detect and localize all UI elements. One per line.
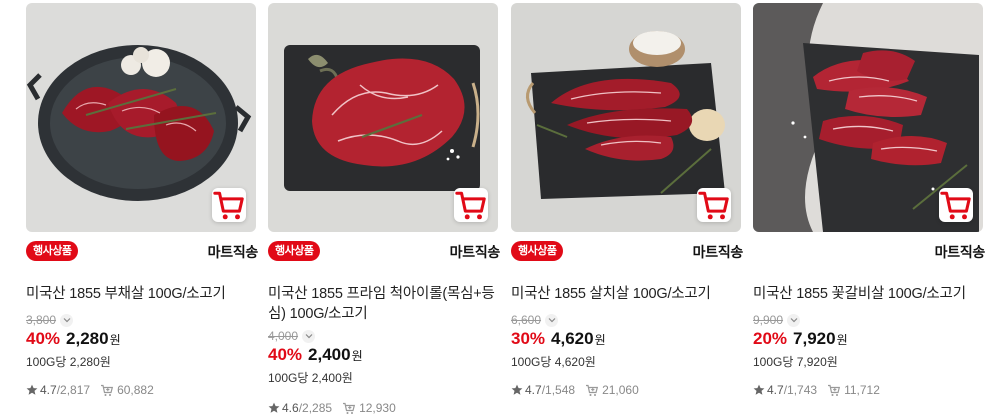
cart-count-icon <box>827 384 841 397</box>
sale-price: 7,920 <box>793 329 836 348</box>
badge-row: 행사상품 마트직송 <box>268 241 500 263</box>
delivery-label: 마트직송 <box>449 244 501 260</box>
currency-unit: 원 <box>836 333 848 347</box>
product-title[interactable]: 미국산 1855 부채살 100G/소고기 <box>26 284 256 304</box>
unit-price: 100G당 4,620원 <box>511 355 596 369</box>
add-to-cart-button[interactable] <box>212 188 246 222</box>
rating-score: 4.7 <box>525 383 542 397</box>
price-line: 30% 4,620 원 <box>511 329 606 349</box>
product-image[interactable] <box>26 3 256 232</box>
review-count[interactable]: /2,817 <box>57 383 90 397</box>
price-line: 40% 2,400 원 <box>268 345 363 365</box>
product-meta: 4.7 /1,548 21,060 <box>511 383 639 397</box>
cart-icon <box>940 191 971 219</box>
discount-rate: 40% <box>26 329 61 348</box>
delivery-label: 마트직송 <box>934 244 986 260</box>
review-count[interactable]: /1,743 <box>784 383 817 397</box>
sale-price: 2,400 <box>308 345 351 364</box>
original-price: 9,900 <box>753 313 801 327</box>
unit-price: 100G당 7,920원 <box>753 355 838 369</box>
cart-count: 60,882 <box>117 383 154 397</box>
delivery-label: 마트직송 <box>207 244 259 260</box>
star-icon <box>26 384 38 395</box>
cart-count-icon <box>100 384 114 397</box>
original-price-value: 6,600 <box>511 313 542 327</box>
discount-rate: 20% <box>753 329 788 348</box>
cart-count-icon <box>585 384 599 397</box>
rating-score: 4.6 <box>282 401 299 415</box>
event-badge: 행사상품 <box>268 241 321 261</box>
product-image[interactable] <box>753 3 983 232</box>
cart-count: 21,060 <box>602 383 639 397</box>
unit-price: 100G당 2,400원 <box>268 371 353 385</box>
star-icon <box>753 384 765 395</box>
product-image[interactable] <box>511 3 741 232</box>
product-meta: 4.6 /2,285 12,930 <box>268 401 396 415</box>
chevron-down-icon[interactable] <box>60 313 74 327</box>
star-icon <box>268 402 280 413</box>
chevron-down-icon[interactable] <box>302 329 316 343</box>
event-badge: 행사상품 <box>26 241 79 261</box>
currency-unit: 원 <box>109 333 121 347</box>
cart-count: 12,930 <box>359 401 396 415</box>
badge-row: 마트직송 <box>753 241 986 263</box>
original-price: 4,000 <box>268 329 316 343</box>
cart-count-icon <box>342 402 356 415</box>
original-price-value: 3,800 <box>26 313 57 327</box>
discount-rate: 30% <box>511 329 546 348</box>
cart-icon <box>213 191 244 219</box>
unit-price: 100G당 2,280원 <box>26 355 111 369</box>
original-price: 6,600 <box>511 313 559 327</box>
badge-row: 행사상품 마트직송 <box>511 241 743 263</box>
cart-icon <box>698 191 729 219</box>
original-price-value: 9,900 <box>753 313 784 327</box>
add-to-cart-button[interactable] <box>697 188 731 222</box>
discount-rate: 40% <box>268 345 303 364</box>
sale-price: 2,280 <box>66 329 109 348</box>
product-title[interactable]: 미국산 1855 꽃갈비살 100G/소고기 <box>753 284 983 304</box>
add-to-cart-button[interactable] <box>454 188 488 222</box>
review-count[interactable]: /2,285 <box>299 401 332 415</box>
product-meta: 4.7 /1,743 11,712 <box>753 383 880 397</box>
sale-price: 4,620 <box>551 329 594 348</box>
event-badge: 행사상품 <box>511 241 564 261</box>
price-line: 40% 2,280 원 <box>26 329 121 349</box>
chevron-down-icon[interactable] <box>545 313 559 327</box>
review-count[interactable]: /1,548 <box>542 383 575 397</box>
badge-row: 행사상품 마트직송 <box>26 241 258 263</box>
delivery-label: 마트직송 <box>692 244 744 260</box>
cart-count: 11,712 <box>844 383 880 397</box>
product-image[interactable] <box>268 3 498 232</box>
original-price: 3,800 <box>26 313 74 327</box>
currency-unit: 원 <box>351 349 363 363</box>
chevron-down-icon[interactable] <box>787 313 801 327</box>
price-line: 20% 7,920 원 <box>753 329 848 349</box>
product-title[interactable]: 미국산 1855 살치살 100G/소고기 <box>511 284 741 304</box>
cart-icon <box>455 191 486 219</box>
currency-unit: 원 <box>594 333 606 347</box>
product-title[interactable]: 미국산 1855 프라임 척아이롤(목심+등심) 100G/소고기 <box>268 284 498 324</box>
original-price-value: 4,000 <box>268 329 299 343</box>
add-to-cart-button[interactable] <box>939 188 973 222</box>
product-meta: 4.7 /2,817 60,882 <box>26 383 154 397</box>
rating-score: 4.7 <box>40 383 57 397</box>
star-icon <box>511 384 523 395</box>
rating-score: 4.7 <box>767 383 784 397</box>
